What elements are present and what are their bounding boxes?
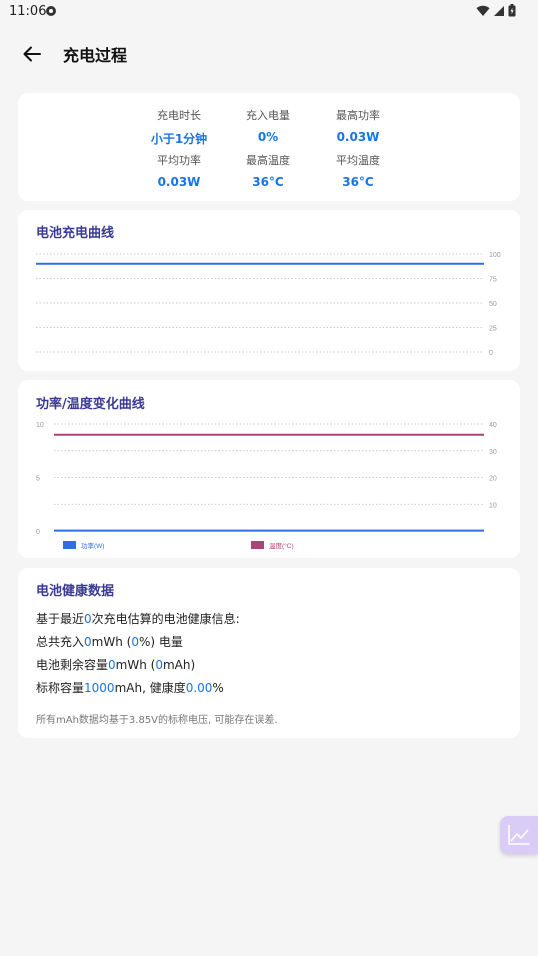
text: 标称容量 <box>36 681 85 695</box>
health-line-nominal-capacity: 标称容量1000mAh, 健康度0.00% <box>36 679 240 702</box>
left-y-tick-label: 5 <box>36 476 40 483</box>
right-y-tick-label: 10 <box>489 502 497 509</box>
arrow-back-icon <box>23 46 41 62</box>
y-tick-label: 100 <box>489 252 501 259</box>
status-time: 11:06 <box>9 4 47 19</box>
text: 总共充入 <box>36 635 85 649</box>
y-tick-label: 25 <box>489 326 497 333</box>
text: 电池剩余容量 <box>36 658 109 672</box>
status-bar: 11:06 <box>0 0 538 24</box>
text: mWh ( <box>115 658 156 672</box>
app-notification-icon <box>46 6 56 16</box>
text: mAh, 健康度 <box>114 681 186 695</box>
text: mWh ( <box>91 635 132 649</box>
floating-chart-button[interactable] <box>500 816 538 854</box>
battery-icon <box>508 4 516 17</box>
text: 次充电估算的电池健康信息: <box>91 612 240 626</box>
battery-charge-chart: 100 75 50 25 0 <box>36 252 501 357</box>
health-note: 所有mAh数据均基于3.85V的标称电压, 可能存在误差. <box>36 715 278 726</box>
stat-max-temp: 最高温度 36°C <box>223 152 313 189</box>
power-temp-chart: 105040302010功率(W) 温度(°C) <box>36 422 497 550</box>
stat-avg-power: 平均功率 0.03W <box>134 152 224 189</box>
stat-label: 充电时长 <box>157 109 201 122</box>
page-title: 充电过程 <box>63 46 128 65</box>
text: % <box>212 681 224 695</box>
stat-charged-amount: 充入电量 0% <box>223 107 313 144</box>
stat-value: 小于1分钟 <box>150 132 208 146</box>
stat-label: 最高功率 <box>336 109 380 122</box>
health-title: 电池健康数据 <box>36 584 115 599</box>
legend-swatch <box>63 541 76 549</box>
stat-value: 36°C <box>342 175 374 189</box>
stat-max-power: 最高功率 0.03W <box>313 107 403 144</box>
left-y-tick-label: 10 <box>36 422 44 429</box>
app-bar: 充电过程 <box>0 30 538 78</box>
legend-label: 温度(°C) <box>269 541 294 550</box>
text: mAh) <box>162 658 196 672</box>
text: %) 电量 <box>138 635 183 649</box>
value: 0 <box>131 635 139 649</box>
stat-label: 最高温度 <box>246 154 290 167</box>
text: 基于最近 <box>36 612 85 626</box>
y-tick-label: 0 <box>489 350 493 357</box>
stat-value: 0.03W <box>336 130 380 144</box>
wifi-icon <box>476 5 490 16</box>
y-tick-label: 75 <box>489 277 497 284</box>
stat-value: 0% <box>257 130 279 144</box>
y-tick-label: 50 <box>489 301 497 308</box>
stat-value: 0.03W <box>157 175 201 189</box>
value: 0 <box>84 635 92 649</box>
value: 1000 <box>84 681 115 695</box>
battery-charge-chart-card: 电池充电曲线 100 75 50 25 0 <box>18 210 520 371</box>
signal-icon <box>494 5 504 16</box>
stat-label: 充入电量 <box>246 109 290 122</box>
health-lines: 基于最近0次充电估算的电池健康信息: 总共充入0mWh (0%) 电量 电池剩余… <box>36 610 240 702</box>
stat-charge-duration: 充电时长 小于1分钟 <box>134 107 224 147</box>
left-y-tick-label: 0 <box>36 529 40 536</box>
legend-label: 功率(W) <box>81 541 104 550</box>
right-y-tick-label: 20 <box>489 476 497 483</box>
legend-swatch <box>251 541 264 549</box>
stat-label: 平均温度 <box>336 154 380 167</box>
stat-avg-temp: 平均温度 36°C <box>313 152 403 189</box>
power-temp-chart-card: 功率/温度变化曲线 10 5 0 40 30 20 10 功率(W) 温度(°C) <box>18 380 520 558</box>
charge-summary-card: 充电时长 小于1分钟 充入电量 0% 最高功率 0.03W 平均功率 0.03W… <box>18 93 520 201</box>
health-line-total-charged: 总共充入0mWh (0%) 电量 <box>36 633 240 656</box>
stat-value: 36°C <box>252 175 284 189</box>
stat-label: 平均功率 <box>157 154 201 167</box>
health-line-remaining-capacity: 电池剩余容量0mWh (0mAh) <box>36 656 240 679</box>
back-button[interactable] <box>16 38 48 70</box>
right-y-tick-label: 30 <box>489 449 497 456</box>
health-line-charge-count: 基于最近0次充电估算的电池健康信息: <box>36 610 240 633</box>
value: 0 <box>155 658 163 672</box>
right-y-tick-label: 40 <box>489 422 497 429</box>
value: 0 <box>84 612 92 626</box>
value: 0 <box>108 658 116 672</box>
battery-health-card: 电池健康数据 基于最近0次充电估算的电池健康信息: 总共充入0mWh (0%) … <box>18 568 520 738</box>
value: 0.00 <box>185 681 213 695</box>
line-chart-icon <box>508 825 530 845</box>
